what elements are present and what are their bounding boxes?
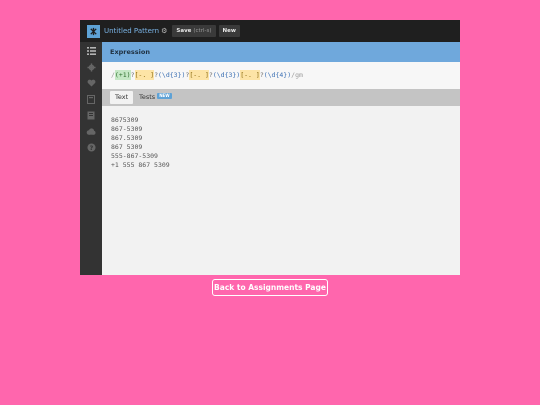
expression-char-class-1: [-. ] [134,70,155,80]
test-text-line: 8675309 [111,116,139,124]
test-text-area[interactable]: 8675309 867-5309 867.5309 867 5309 555-867-5… [102,106,460,275]
save-button[interactable]: Save (ctrl-s) [172,25,216,37]
sidebar: ? [80,42,102,275]
heart-icon[interactable] [86,78,96,88]
expression-char-class-2: [-. ] [189,70,209,80]
app-logo-icon[interactable] [87,24,100,38]
expression-group-3: (\d{3}) [212,71,241,79]
text-tabs: Text Tests NEW [102,89,460,106]
test-text-lines: 8675309 867-5309 867.5309 867 5309 555-867-5… [111,116,170,170]
test-text-line: 867-5309 [111,125,143,133]
flag-icon[interactable] [86,94,96,104]
expression-group-1: (+1) [114,70,131,80]
expression-char-class-3: [-. ] [240,70,260,80]
test-text-line: +1 555 867 5309 [111,161,170,169]
main-panel: Expression /(+1)?[-. ]?(\d{3})?[-. ]?(\d… [102,42,460,275]
test-text-line: 867 5309 [111,143,143,151]
top-bar: Untitled Pattern ⚙ Save (ctrl-s) New [80,20,460,42]
expression-group-4: (\d{4}) [263,71,292,79]
pattern-settings-icon[interactable]: ⚙ [161,27,167,35]
book-icon[interactable] [86,110,96,120]
expression-quantifier: ? [130,71,135,79]
tab-tests[interactable]: Tests NEW [134,91,177,104]
test-text-line: 555-867-5309 [111,152,158,160]
save-button-label: Save [176,28,192,34]
svg-text:?: ? [89,144,93,151]
save-shortcut-hint: (ctrl-s) [193,28,212,34]
test-text-line: 867.5309 [111,134,143,142]
tab-tests-label: Tests [139,93,156,101]
expression-editor[interactable]: /(+1)?[-. ]?(\d{3})?[-. ]?(\d{3})[-. ]?(… [102,62,460,89]
expression-group-2: (\d{3}) [158,71,186,79]
new-badge: NEW [157,93,172,99]
new-button[interactable]: New [218,25,240,37]
back-to-assignments-button[interactable]: Back to Assignments Page [212,279,328,296]
gear-icon[interactable] [86,62,96,72]
pattern-title[interactable]: Untitled Pattern [104,27,159,35]
regex-app-window: Untitled Pattern ⚙ Save (ctrl-s) New ? E… [80,20,460,275]
cloud-icon[interactable] [86,126,96,136]
expression-flags[interactable]: gm [295,70,303,80]
tab-text[interactable]: Text [110,91,134,104]
menu-icon[interactable] [86,46,96,56]
help-icon[interactable]: ? [86,142,96,152]
expression-header: Expression [102,42,460,62]
